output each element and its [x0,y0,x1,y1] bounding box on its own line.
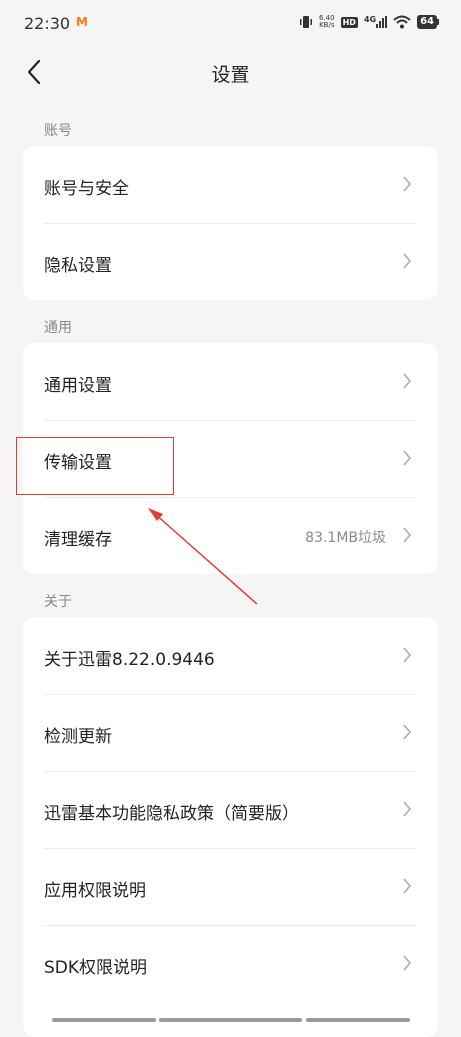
settings-item-label: 关于迅雷8.22.0.9446 [44,650,215,670]
settings-item-label: 账号与安全 [44,179,129,199]
vibrate-icon [300,16,312,28]
wifi-icon [393,15,411,29]
section-label-general: 通用 [44,320,72,336]
settings-item-general[interactable]: 通用设置 [23,343,438,420]
page-title: 设置 [211,64,250,86]
app-notification-icon: M [76,15,88,29]
status-bar: 22:30 M 6.40 KB/s HD 4G 64 [0,0,461,48]
chevron-right-icon [403,724,411,740]
network-speed: 6.40 KB/s [319,15,335,29]
chevron-right-icon [403,450,411,466]
chevron-right-icon [403,647,411,663]
chevron-right-icon [403,801,411,817]
chevron-right-icon [403,253,411,269]
chevron-right-icon [403,955,411,971]
navigation-gesture-bar [0,1018,461,1024]
settings-item-privacy-policy[interactable]: 迅雷基本功能隐私政策（简要版） [23,771,438,848]
settings-item-label: 隐私设置 [44,256,112,276]
chevron-right-icon [403,176,411,192]
section-label-about: 关于 [44,594,72,610]
status-time: 22:30 [24,14,71,33]
settings-item-label: 迅雷基本功能隐私政策（简要版） [44,804,299,824]
settings-card-account: 账号与安全 隐私设置 [23,146,438,300]
settings-item-label: SDK权限说明 [44,958,148,978]
settings-item-label: 应用权限说明 [44,881,146,901]
settings-item-label: 通用设置 [44,376,112,396]
settings-item-clear-cache[interactable]: 清理缓存 83.1MB垃圾 [23,497,438,574]
status-indicators: 6.40 KB/s HD 4G 64 [299,15,439,29]
chevron-right-icon [403,373,411,389]
settings-card-about: 关于迅雷8.22.0.9446 检测更新 迅雷基本功能隐私政策（简要版） 应用权… [23,617,438,1037]
highlight-box [16,437,174,495]
network-speed-unit: KB/s [319,21,335,29]
section-label-account: 账号 [44,123,72,139]
network-type: 4G [363,15,377,24]
chevron-right-icon [403,878,411,894]
app-header: 设置 [0,48,461,100]
settings-item-sdk-permissions[interactable]: SDK权限说明 [23,925,438,1002]
settings-item-about-version[interactable]: 关于迅雷8.22.0.9446 [23,617,438,694]
battery-level: 64 [417,15,437,29]
settings-item-check-update[interactable]: 检测更新 [23,694,438,771]
settings-item-label: 检测更新 [44,727,112,747]
settings-item-account-security[interactable]: 账号与安全 [23,146,438,223]
cache-size-value: 83.1MB垃圾 [305,530,386,546]
battery-icon: 64 [417,15,439,29]
chevron-right-icon [403,527,411,543]
settings-item-privacy[interactable]: 隐私设置 [23,223,438,300]
settings-item-label: 清理缓存 [44,530,112,550]
settings-item-app-permissions[interactable]: 应用权限说明 [23,848,438,925]
cellular-signal-icon: 4G [363,15,388,28]
hd-voice-icon: HD [340,16,358,28]
